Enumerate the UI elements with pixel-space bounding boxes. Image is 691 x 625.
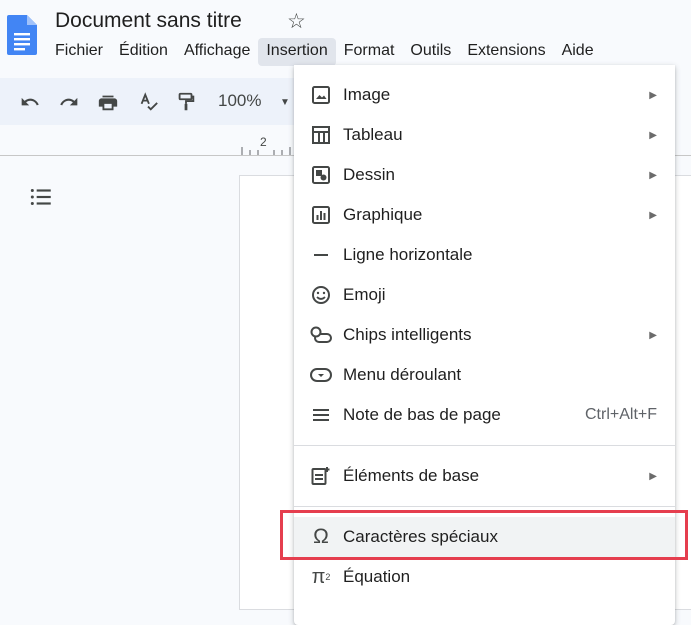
menu-divider [294, 506, 675, 507]
toolbar: 100% ▼ [0, 78, 320, 125]
menu-outils[interactable]: Outils [402, 38, 459, 66]
dropdown-icon [310, 364, 332, 386]
shortcut-label: Ctrl+Alt+F [584, 406, 657, 423]
menu-aide[interactable]: Aide [554, 38, 602, 66]
menu-insertion[interactable]: Insertion [258, 38, 336, 66]
submenu-arrow-icon: ▶ [649, 470, 657, 482]
print-icon[interactable] [96, 90, 120, 114]
paint-format-icon[interactable] [174, 90, 198, 114]
spellcheck-icon[interactable] [136, 90, 160, 114]
building-blocks-icon [310, 465, 332, 487]
image-icon [310, 84, 332, 106]
menu-item-equation[interactable]: π2 Équation [294, 557, 675, 597]
menu-format[interactable]: Format [336, 38, 403, 66]
document-title[interactable]: Document sans titre [55, 9, 242, 33]
menu-fichier[interactable]: Fichier [47, 38, 111, 66]
footnote-icon [310, 404, 332, 426]
menu-affichage[interactable]: Affichage [176, 38, 258, 66]
zoom-select[interactable]: 100% [218, 91, 261, 111]
submenu-arrow-icon: ▶ [649, 89, 657, 101]
menu-bar: Fichier Édition Affichage Insertion Form… [47, 38, 602, 66]
submenu-arrow-icon: ▶ [649, 129, 657, 141]
chevron-down-icon[interactable]: ▼ [280, 97, 290, 108]
redo-icon[interactable] [57, 90, 81, 114]
menu-item-menu-deroulant[interactable]: Menu déroulant [294, 355, 675, 395]
ruler-mark: 2 [260, 135, 267, 149]
menu-item-image[interactable]: Image ▶ [294, 75, 675, 115]
menu-extensions[interactable]: Extensions [459, 38, 553, 66]
menu-divider [294, 445, 675, 446]
table-icon [310, 124, 332, 146]
document-outline-icon[interactable] [28, 184, 54, 210]
submenu-arrow-icon: ▶ [649, 209, 657, 221]
menu-item-elements-de-base[interactable]: Éléments de base ▶ [294, 456, 675, 496]
smart-chips-icon [310, 324, 332, 346]
pi-icon: π2 [311, 565, 331, 588]
undo-icon[interactable] [18, 90, 42, 114]
chart-icon [310, 204, 332, 226]
horizontal-line-icon [310, 244, 332, 266]
menu-item-tableau[interactable]: Tableau ▶ [294, 115, 675, 155]
submenu-arrow-icon: ▶ [649, 169, 657, 181]
docs-logo-icon[interactable] [7, 15, 37, 55]
menu-item-chips-intelligents[interactable]: Chips intelligents ▶ [294, 315, 675, 355]
menu-item-graphique[interactable]: Graphique ▶ [294, 195, 675, 235]
drawing-icon [310, 164, 332, 186]
menu-edition[interactable]: Édition [111, 38, 176, 66]
highlight-box [280, 510, 688, 560]
menu-item-emoji[interactable]: Emoji [294, 275, 675, 315]
emoji-icon [310, 284, 332, 306]
menu-item-dessin[interactable]: Dessin ▶ [294, 155, 675, 195]
menu-item-ligne-horizontale[interactable]: Ligne horizontale [294, 235, 675, 275]
menu-item-note-bas-de-page[interactable]: Note de bas de page Ctrl+Alt+F [294, 395, 675, 435]
submenu-arrow-icon: ▶ [649, 329, 657, 341]
ruler [241, 147, 291, 155]
star-icon[interactable]: ☆ [287, 9, 306, 34]
